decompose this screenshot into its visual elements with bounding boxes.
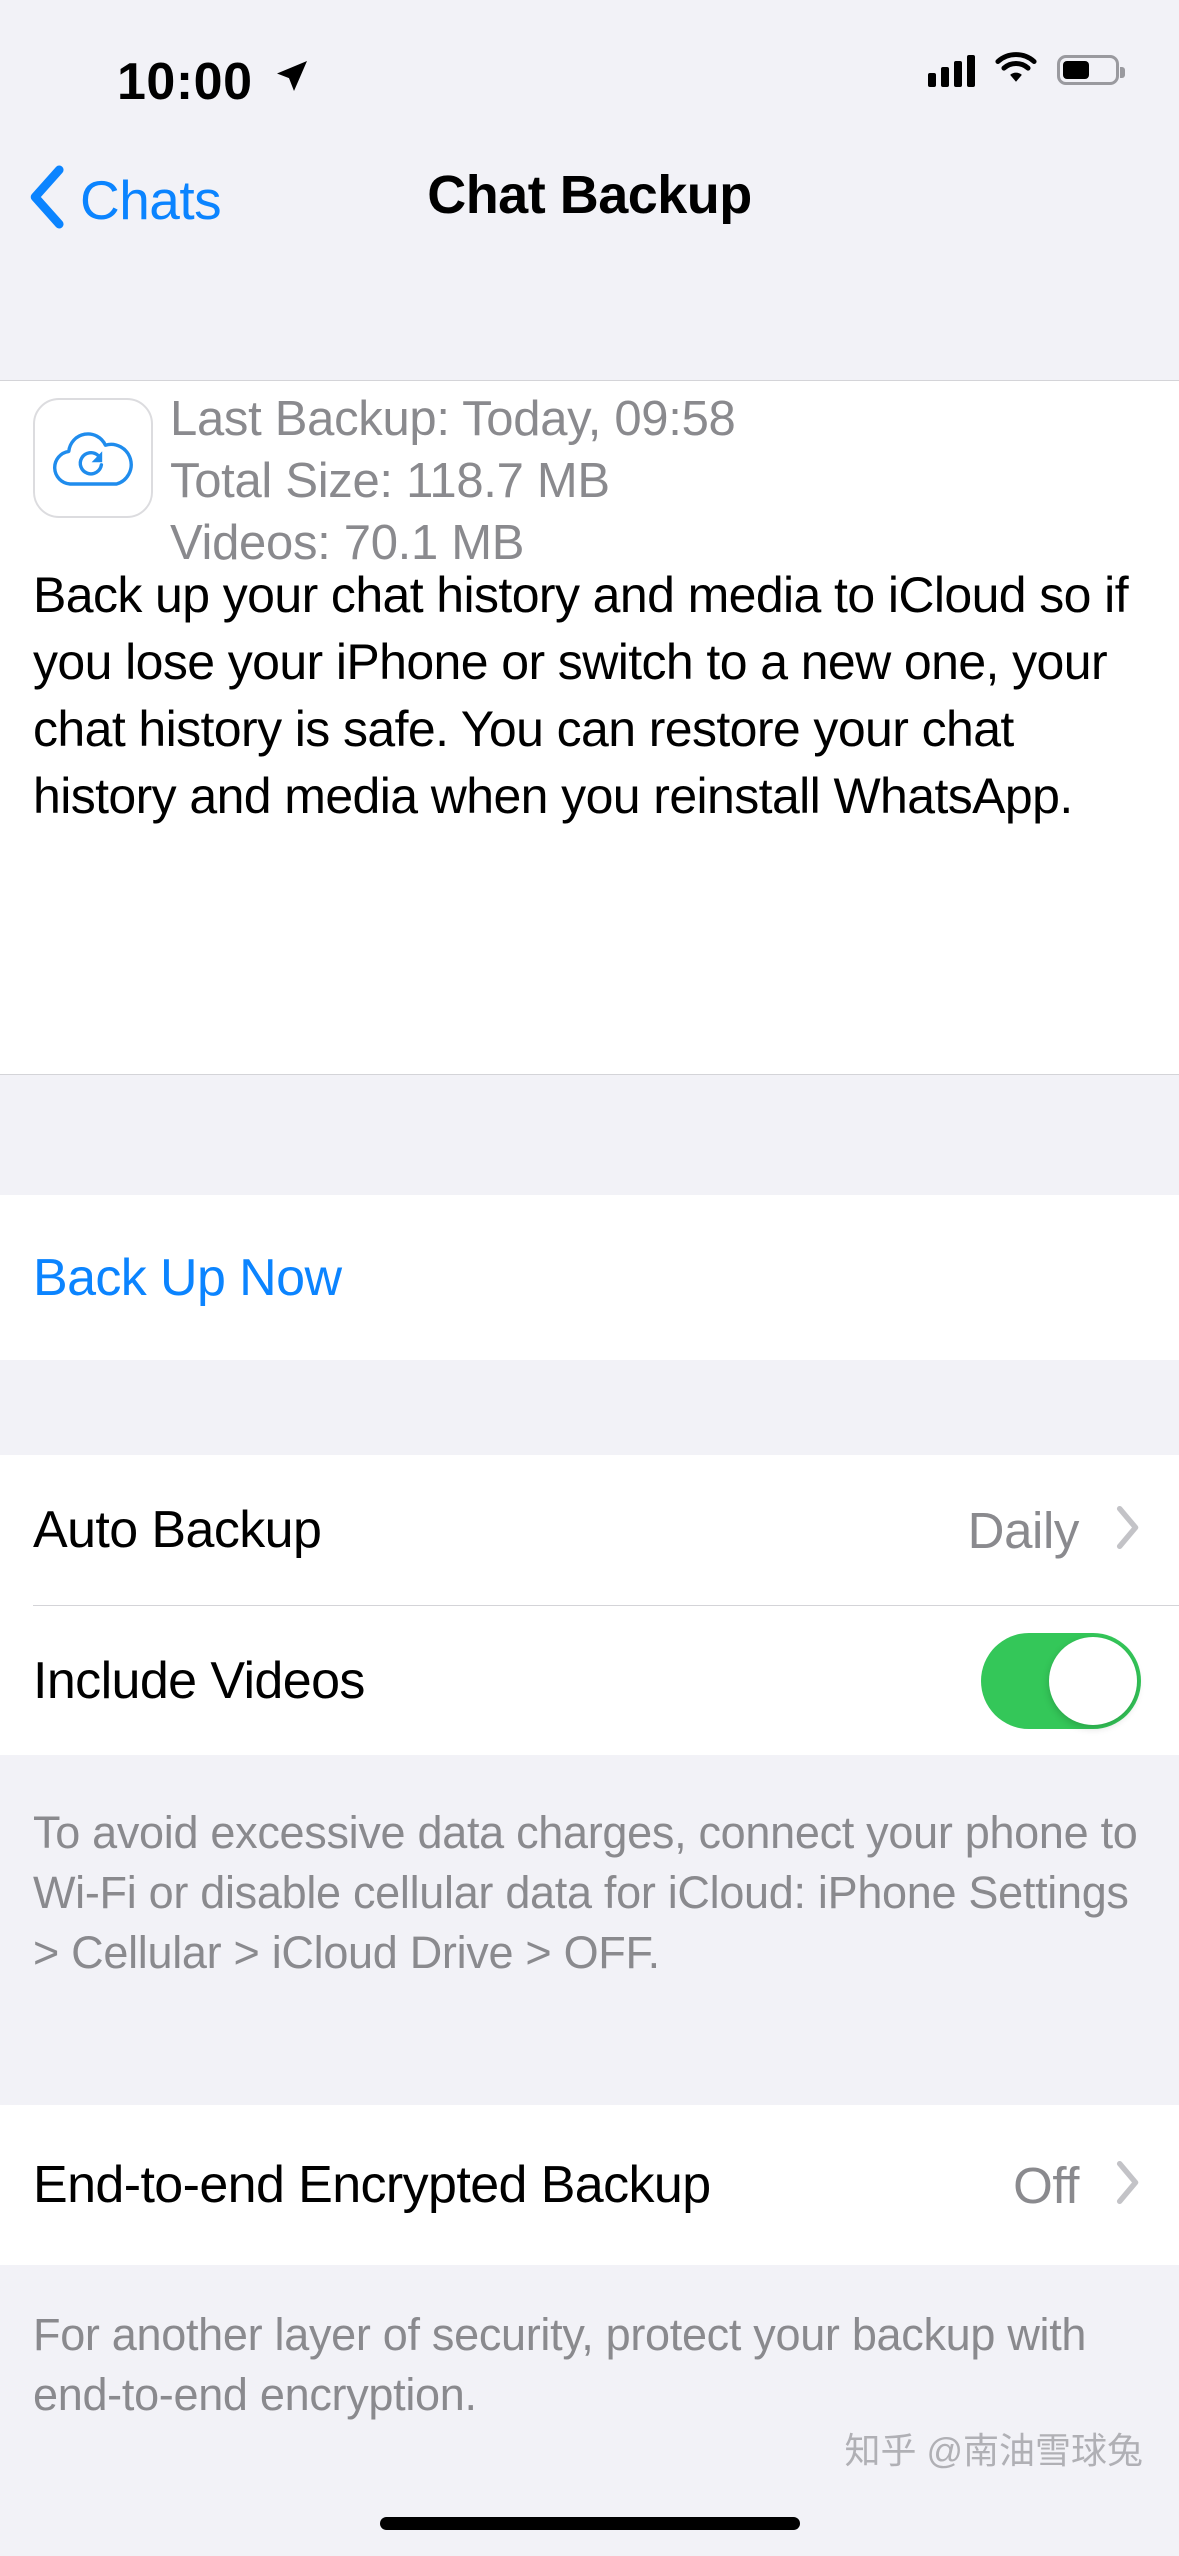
cellular-bars-icon: [928, 53, 975, 87]
backup-info-section: Last Backup: Today, 09:58 Total Size: 11…: [0, 380, 1179, 1075]
last-backup-line: Last Backup: Today, 09:58: [170, 392, 736, 446]
include-videos-label: Include Videos: [33, 1651, 365, 1710]
location-arrow-icon: [272, 56, 312, 101]
auto-backup-row[interactable]: Auto Backup Daily: [0, 1455, 1179, 1605]
back-up-now-button[interactable]: Back Up Now: [0, 1195, 1179, 1360]
navigation-bar: Chats Chat Backup: [0, 150, 1179, 380]
status-bar-time: 10:00: [117, 53, 253, 111]
chevron-right-icon: [1115, 2160, 1141, 2211]
auto-backup-label: Auto Backup: [33, 1501, 322, 1559]
include-videos-toggle[interactable]: [981, 1632, 1141, 1729]
back-up-now-label: Back Up Now: [33, 1248, 342, 1307]
cellular-note-text: To avoid excessive data charges, connect…: [33, 1807, 1138, 1978]
section-gap-2: [0, 1360, 1179, 1455]
cloud-sync-icon: [33, 398, 153, 518]
chevron-right-icon: [1115, 1505, 1141, 1556]
status-bar-indicators: [928, 50, 1125, 89]
e2e-backup-label: End-to-end Encrypted Backup: [33, 2156, 711, 2214]
watermark: 知乎 @南油雪球兔: [844, 2430, 1143, 2471]
page-title: Chat Backup: [427, 165, 752, 225]
toggle-knob: [1049, 1636, 1137, 1725]
e2e-backup-section: End-to-end Encrypted Backup Off: [0, 2105, 1179, 2265]
backup-description: Back up your chat history and media to i…: [33, 567, 1129, 824]
battery-icon: [1057, 54, 1125, 85]
iphone-screen: 10:00 Chats Chat Backup Last Backup: Tod…: [0, 0, 1179, 2556]
e2e-note-text: For another layer of security, protect y…: [33, 2309, 1087, 2420]
back-up-now-section: Back Up Now: [0, 1195, 1179, 1360]
section-gap-1: [0, 1075, 1179, 1195]
backup-info-text: Last Backup: Today, 09:58 Total Size: 11…: [170, 388, 736, 574]
auto-backup-value: Daily: [967, 1501, 1080, 1559]
e2e-backup-row[interactable]: End-to-end Encrypted Backup Off: [0, 2105, 1179, 2265]
total-size-line: Total Size: 118.7 MB: [170, 454, 610, 508]
e2e-note-section: For another layer of security, protect y…: [0, 2265, 1179, 2556]
backup-options-section: Auto Backup Daily Include Videos: [0, 1455, 1179, 1755]
wifi-icon: [993, 50, 1039, 89]
home-indicator[interactable]: [379, 2517, 800, 2530]
cellular-note-section: To avoid excessive data charges, connect…: [0, 1755, 1179, 2105]
status-bar: 10:00: [0, 0, 1179, 150]
include-videos-row[interactable]: Include Videos: [0, 1606, 1179, 1755]
e2e-backup-value: Off: [1013, 2156, 1079, 2214]
